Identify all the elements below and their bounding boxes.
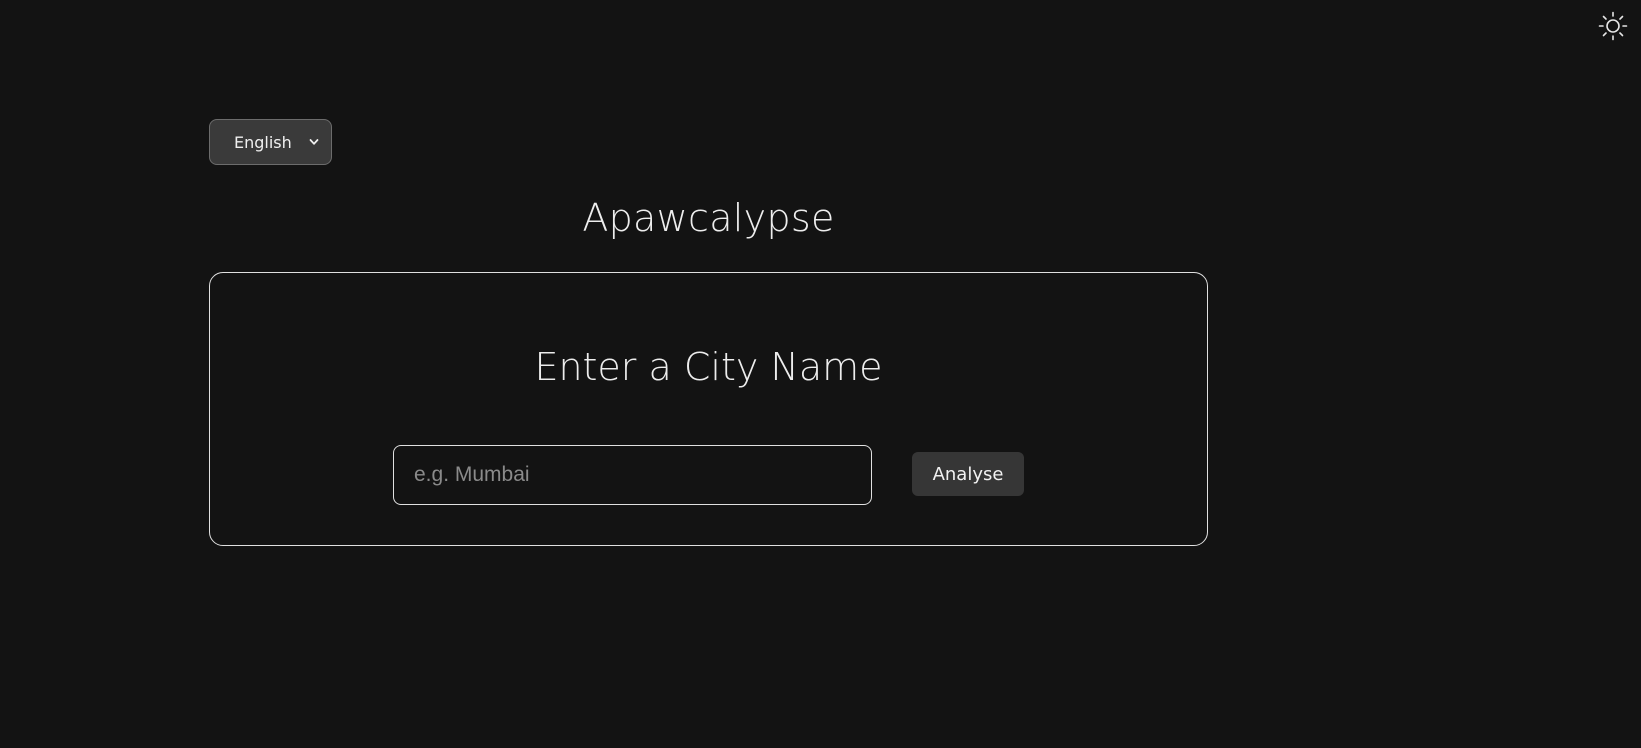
language-select[interactable]: English <box>209 119 332 165</box>
chevron-down-icon <box>309 139 319 145</box>
city-input[interactable] <box>393 445 872 505</box>
page: English Apawcalypse Enter a City Name An… <box>0 0 1641 748</box>
theme-toggle-button[interactable] <box>1597 10 1629 42</box>
city-search-card: Enter a City Name Analyse <box>209 272 1208 546</box>
analyse-button[interactable]: Analyse <box>912 452 1024 496</box>
language-select-value: English <box>234 132 292 152</box>
sun-icon <box>1598 11 1628 41</box>
card-heading: Enter a City Name <box>534 345 883 389</box>
page-title: Apawcalypse <box>582 196 835 240</box>
